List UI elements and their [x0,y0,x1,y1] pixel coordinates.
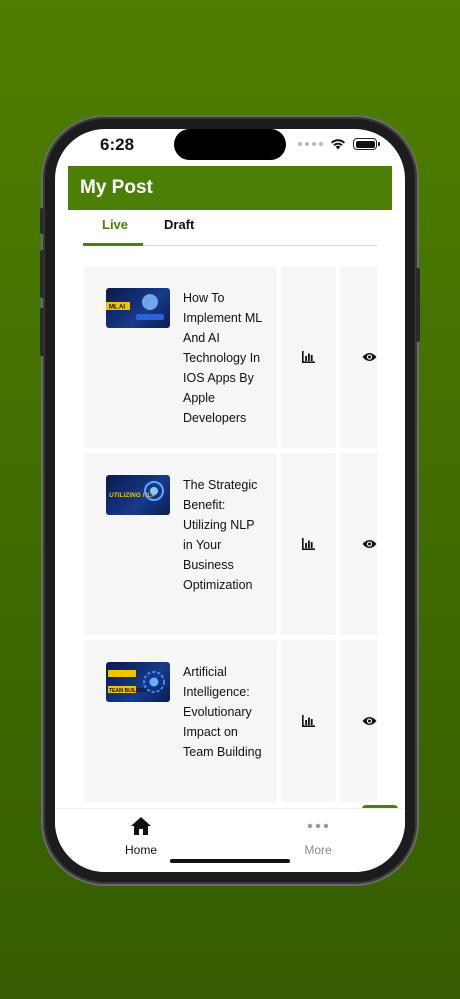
post-thumbnail: UTILIZING NLP [106,475,170,515]
post-list: ML AI How To Implement ML And AI Technol… [84,266,377,806]
post-view-button[interactable] [340,453,377,635]
wifi-icon [331,139,345,150]
volume-up-button [40,250,44,298]
bar-chart-icon [302,538,315,550]
app-screen: 6:28 My Post Live Draft ML AI How To Imp… [55,129,405,872]
post-row: UTILIZING NLP The Strategic Benefit: Uti… [84,453,377,635]
post-thumbnail: TEAM BUILDING [106,662,170,702]
post-title: How To Implement ML And AI Technology In… [183,291,262,425]
bar-chart-icon [302,351,315,363]
nav-more[interactable]: More [283,817,353,857]
post-row: ML AI How To Implement ML And AI Technol… [84,266,377,448]
dynamic-island [174,129,286,160]
nav-more-label: More [304,843,332,857]
status-time: 6:28 [100,135,135,154]
post-view-button[interactable] [340,640,377,802]
battery-icon [353,138,380,150]
page-title: My Post [80,177,153,198]
volume-down-button [40,308,44,356]
post-view-button[interactable] [340,266,377,448]
nav-home-label: Home [124,843,157,857]
post-stats-button[interactable] [281,266,336,448]
more-icon [307,823,329,829]
svg-text:ML AI: ML AI [109,305,125,311]
nav-home[interactable]: Home [106,817,176,857]
post-stats-button[interactable] [281,453,336,635]
post-card[interactable]: TEAM BUILDING Artificial Intelligence: E… [84,640,277,802]
signal-icon [298,142,323,146]
tab-draft[interactable]: Draft [164,217,194,232]
home-indicator [170,859,290,863]
eye-icon [362,717,377,725]
status-icons [298,138,380,150]
post-card[interactable]: ML AI How To Implement ML And AI Technol… [84,266,277,448]
active-tab-indicator [83,243,143,246]
post-card[interactable]: UTILIZING NLP The Strategic Benefit: Uti… [84,453,277,635]
post-title: Artificial Intelligence: Evolutionary Im… [183,665,262,759]
app-header: My Post [68,166,392,210]
post-stats-button[interactable] [281,640,336,802]
post-row: TEAM BUILDING Artificial Intelligence: E… [84,640,377,802]
power-button [416,268,420,342]
tab-live[interactable]: Live [102,217,128,232]
mute-switch [40,208,44,234]
eye-icon [362,353,377,361]
home-icon [131,817,151,835]
post-title: The Strategic Benefit: Utilizing NLP in … [183,478,258,592]
svg-text:TEAM BUILDING: TEAM BUILDING [109,688,149,694]
eye-icon [362,540,377,548]
post-tabs: Live Draft [83,212,377,246]
status-bar: 6:28 [55,129,405,165]
post-thumbnail: ML AI [106,288,170,328]
bar-chart-icon [302,715,315,727]
